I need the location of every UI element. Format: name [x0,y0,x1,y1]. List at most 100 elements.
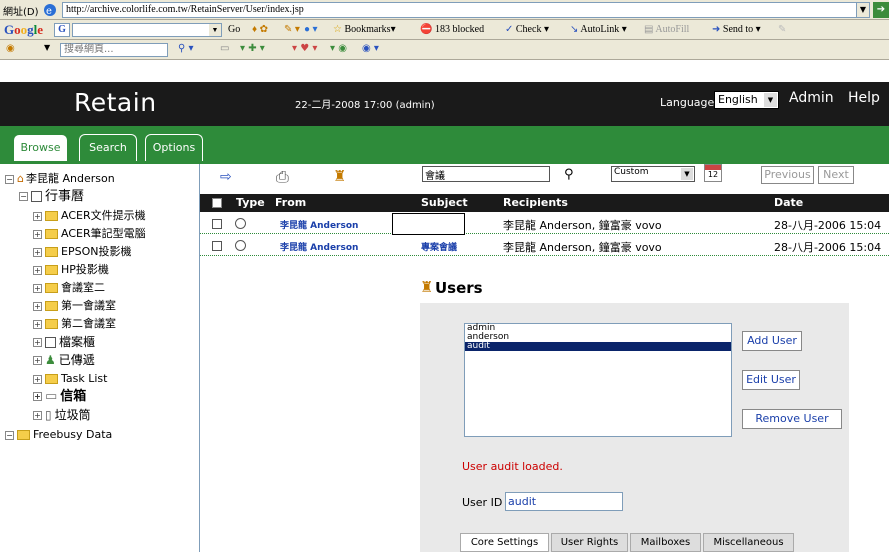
google-search-box[interactable] [72,23,222,37]
go-arrow-icon[interactable]: ➔ [873,2,889,18]
tree-calendar-item[interactable]: + ACER文件提示機 [33,207,146,224]
user-listbox[interactable]: admin anderson audit [464,323,732,437]
tab-mailboxes[interactable]: Mailboxes [630,533,701,552]
chevron-down-icon: ▼ [681,168,693,180]
users-panel-header: ♜ Users [420,275,849,303]
autofill-button[interactable]: ▤ AutoFill [644,24,689,35]
tree-calendar[interactable]: − 行事曆 [19,188,84,205]
autolink-button[interactable]: ↘ AutoLink ▾ [570,24,627,35]
tab-user-rights[interactable]: User Rights [551,533,628,552]
list-item[interactable]: anderson [465,333,731,342]
column-from[interactable]: From [275,196,306,209]
svg-text:e: e [46,6,52,17]
tree-calendar-item[interactable]: + 第一會議室 [33,297,116,314]
pagerank-icon[interactable]: ✎ ▾ [284,24,300,35]
popup-icon[interactable]: ● ▾ [304,24,318,35]
go-button[interactable]: Go [228,24,240,35]
retain-logo: Retain [74,88,157,117]
remove-user-button[interactable]: Remove User [742,409,842,429]
address-label: 網址(D) [3,7,39,18]
folder-tree: − ⌂ 李昆龍 Anderson − 行事曆 + ACER文件提示機 + ACER筆記型電… [0,164,200,552]
column-subject[interactable]: Subject [421,196,468,209]
row-checkbox[interactable] [212,241,222,251]
add-user-button[interactable]: Add User [742,331,802,351]
calendar-icon [31,191,42,202]
tab-search[interactable]: Search [79,134,137,161]
tree-cabinet[interactable]: + 檔案櫃 [33,334,95,351]
help-circle-icon[interactable]: ◉ ▾ [362,43,379,54]
tree-calendar-item[interactable]: + HP投影機 [33,261,109,278]
settings-wrench-icon[interactable]: ✎ [778,24,786,35]
tab-browse[interactable]: Browse [13,134,68,161]
refresh-icon[interactable]: ▾ ◉ [330,43,347,54]
web-search-input[interactable]: 搜尋網頁... [60,43,168,57]
sendto-button[interactable]: ➜ Send to ▾ [712,24,761,35]
next-button[interactable]: Next [818,166,854,184]
tree-trash[interactable]: + ▯ 垃圾筒 [33,407,91,424]
help-link[interactable]: Help [848,90,880,106]
search-icon[interactable]: ⚲ [564,167,574,182]
language-label: Language [660,96,715,109]
select-all-checkbox[interactable] [212,198,222,208]
spellcheck-button[interactable]: ✓ Check ▾ [505,24,549,35]
folder-icon [45,283,58,293]
plus-icon[interactable]: ▾ ✚ ▾ [240,43,265,54]
date-filter-select[interactable]: Custom ▼ [611,166,695,182]
tree-tasklist[interactable]: + Task List [33,370,107,387]
tree-calendar-item[interactable]: + 第二會議室 [33,315,116,332]
row-recipients: 李昆龍 Anderson, 鐘富豪 vovo [503,241,662,254]
column-type[interactable]: Type [236,196,265,209]
table-row[interactable]: 李昆龍 Anderson 李昆龍 Anderson, 鐘富豪 vovo 28-八… [200,213,889,235]
print-icon[interactable]: ⎙ [276,167,289,187]
column-date[interactable]: Date [774,196,803,209]
google-toolbar: Google G ▼ Go ♦ ✿ ✎ ▾ ● ▾ ☆ Bookmarks▾ ⛔… [0,20,889,40]
folder-icon [45,374,58,384]
tree-sent[interactable]: + ♟ 已傳遞 [33,352,95,369]
user-id-input[interactable]: audit [505,492,623,511]
google-search-dropdown-icon[interactable]: ▼ [209,24,221,36]
nav-tabs: Browse Search Options [0,126,889,164]
row-from: 李昆龍 Anderson [280,221,359,231]
tree-calendar-item[interactable]: + EPSON投影機 [33,243,131,260]
tree-calendar-item[interactable]: + ACER筆記型電腦 [33,225,146,242]
url-field[interactable]: http://archive.colorlife.com.tw/RetainSe… [62,2,870,18]
tree-mailbox[interactable]: + ▭ 信箱 [33,388,86,405]
heart-icon[interactable]: ▾ ♥ ▾ [292,43,317,54]
users-panel: ♜ Users admin anderson audit Add User Ed… [420,275,849,552]
tree-root[interactable]: − ⌂ 李昆龍 Anderson [5,170,115,187]
search-toolbar: ◉ ▼ 搜尋網頁... ⚲ ▾ ▭ ▾ ✚ ▾ ▾ ♥ ▾ ▾ ◉ ◉ ▾ [0,40,889,60]
google-menu-button[interactable]: G [54,23,70,37]
app-header: Retain 22-二月-2008 17:00 (admin) Language… [0,82,889,126]
message-search-input[interactable]: 會議 [422,166,550,182]
folder-icon [45,319,58,329]
toolbar-dropdown-icon[interactable]: ▼ [44,43,50,52]
folder-icon [45,247,58,257]
export-icon[interactable]: ⇨ [220,169,232,185]
tab-options[interactable]: Options [145,134,203,161]
calendar-picker-icon[interactable]: 12 [704,164,722,182]
tab-miscellaneous[interactable]: Miscellaneous [703,533,794,552]
tree-freebusy[interactable]: − Freebusy Data [5,426,112,443]
popup-blocker-button[interactable]: ⛔ 183 blocked [420,24,484,35]
tree-calendar-item[interactable]: + 會議室二 [33,279,105,296]
bookmarks-button[interactable]: ☆ Bookmarks▾ [333,24,396,35]
edit-user-button[interactable]: Edit User [742,370,800,390]
user-icon: ♜ [420,278,434,296]
chevron-down-icon: ▼ [764,93,777,107]
row-checkbox[interactable] [212,219,222,229]
previous-button[interactable]: Previous [761,166,814,184]
folder-icon [45,301,58,311]
user-icon[interactable]: ♜ [333,167,346,185]
url-dropdown-icon[interactable]: ▼ [856,2,870,18]
news-icon[interactable]: ♦ ✿ [252,24,268,35]
highlight-icon[interactable]: ▭ [220,43,229,54]
list-item-selected[interactable]: audit [465,342,731,351]
row-subject: 專案會議 [421,243,458,253]
tab-core-settings[interactable]: Core Settings [460,533,549,552]
column-recipients[interactable]: Recipients [503,196,568,209]
message-list-header: Type From Subject Recipients Date [200,194,889,212]
search-icon[interactable]: ⚲ ▾ [178,43,194,54]
language-select[interactable]: English ▼ [714,91,779,109]
admin-link[interactable]: Admin [789,90,834,106]
table-row[interactable]: 李昆龍 Anderson 專案會議 李昆龍 Anderson, 鐘富豪 vovo… [200,236,889,256]
